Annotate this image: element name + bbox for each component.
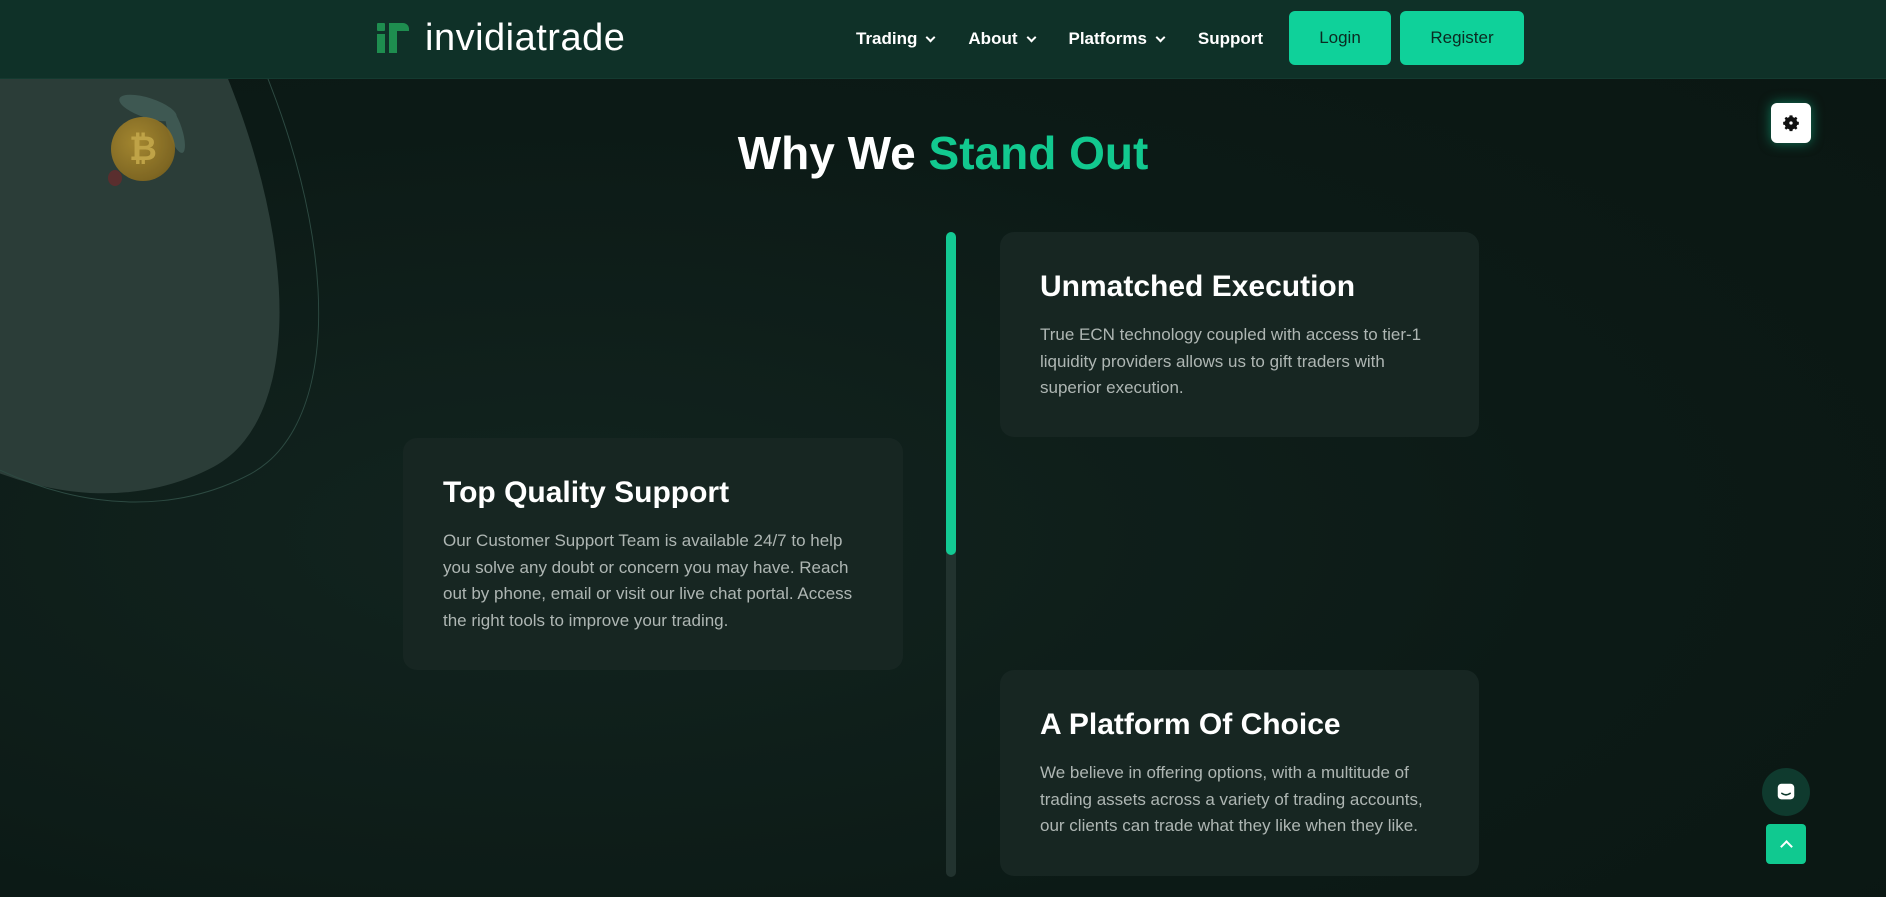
feature-card: A Platform Of Choice We believe in offer…	[1000, 670, 1479, 876]
section-title: Why We Stand Out	[0, 126, 1886, 180]
register-button[interactable]: Register	[1400, 11, 1524, 65]
back-to-top-button[interactable]	[1766, 824, 1806, 864]
feature-card-title: A Platform Of Choice	[1040, 708, 1341, 741]
logo-text: invidiatrade	[425, 17, 626, 59]
timeline-progress	[946, 232, 956, 555]
nav-item-label: Support	[1197, 29, 1264, 48]
main-nav: Trading About Platforms Support	[856, 24, 1297, 54]
logo-mark-icon	[377, 21, 411, 55]
nav-item-support[interactable]: Support	[1198, 29, 1263, 49]
feature-card-text: Our Customer Support Team is available 2…	[443, 531, 853, 630]
chevron-down-icon	[925, 32, 936, 42]
section-title-accent: Stand Out	[928, 127, 1149, 179]
feature-card: Top Quality Support Our Customer Support…	[403, 438, 903, 670]
nav-item-label: Platforms	[1068, 29, 1147, 48]
chevron-down-icon	[1026, 32, 1036, 42]
nav-item-platforms[interactable]: Platforms	[1068, 29, 1166, 49]
feature-card-title: Top Quality Support	[443, 476, 730, 509]
nav-item-label: Trading	[856, 29, 918, 48]
nav-item-trading[interactable]: Trading	[856, 29, 936, 49]
settings-button[interactable]	[1771, 103, 1811, 143]
logo[interactable]: invidiatrade	[377, 18, 625, 58]
chevron-down-icon	[1155, 32, 1166, 42]
feature-card-title: Unmatched Execution	[1040, 270, 1356, 303]
chevron-up-icon	[1779, 839, 1793, 853]
chat-button[interactable]	[1762, 768, 1810, 816]
nav-item-label: About	[968, 29, 1018, 48]
chat-icon	[1777, 783, 1795, 800]
section-title-prefix: Why We	[737, 127, 929, 179]
page: ₿ invidiatrade Trading About Platforms S	[0, 0, 1886, 897]
nav-item-about[interactable]: About	[968, 29, 1036, 49]
decorative-blob-outline	[0, 0, 434, 622]
feature-card-text: True ECN technology coupled with access …	[1040, 325, 1422, 397]
site-header: invidiatrade Trading About Platforms Sup…	[0, 0, 1886, 79]
gear-icon	[1783, 115, 1799, 132]
feature-card-text: We believe in offering options, with a m…	[1040, 763, 1423, 835]
login-button[interactable]: Login	[1289, 11, 1391, 65]
feature-card: Unmatched Execution True ECN technology …	[1000, 232, 1479, 437]
